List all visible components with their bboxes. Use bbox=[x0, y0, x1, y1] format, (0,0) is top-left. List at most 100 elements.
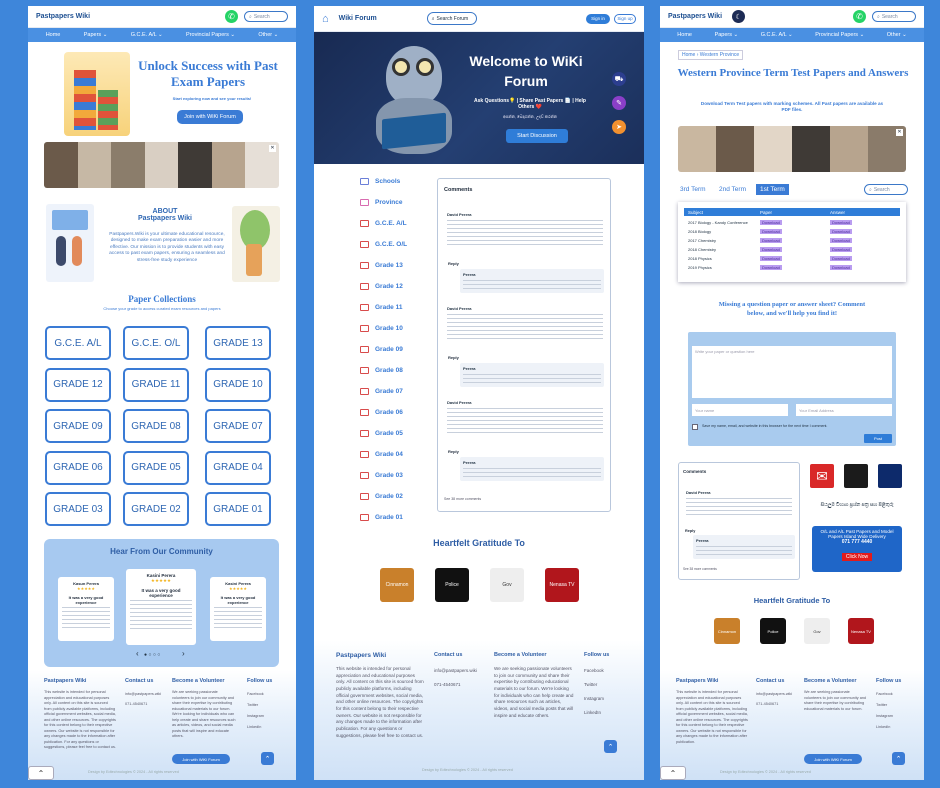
social-twitter[interactable]: Twitter bbox=[247, 703, 258, 709]
category-item[interactable]: G.C.E. O/L bbox=[360, 241, 407, 248]
nav-item[interactable]: Home bbox=[677, 32, 692, 38]
carousel-next-icon[interactable]: › bbox=[182, 649, 185, 658]
nav-item[interactable]: G.C.E. A/L ⌄ bbox=[761, 32, 793, 38]
download-answer-link[interactable]: Download bbox=[830, 255, 852, 261]
search-input[interactable]: ⌕ Search bbox=[872, 11, 916, 22]
social-facebook[interactable]: Facebook bbox=[584, 668, 604, 675]
download-answer-link[interactable]: Download bbox=[830, 219, 852, 225]
reply-label[interactable]: Reply bbox=[448, 355, 459, 360]
social-twitter[interactable]: Twitter bbox=[876, 703, 887, 709]
reply-label[interactable]: Reply bbox=[448, 261, 459, 266]
category-item[interactable]: Schools bbox=[360, 178, 400, 185]
tab-1st-term[interactable]: 1st Term bbox=[756, 184, 789, 195]
cart-icon[interactable]: ⛟ bbox=[612, 72, 626, 86]
grade-card[interactable]: GRADE 04 bbox=[205, 450, 271, 485]
theme-toggle-icon[interactable]: ☾ bbox=[732, 10, 746, 23]
ad-banner[interactable]: ✕ bbox=[678, 126, 906, 172]
tab-3rd-term[interactable]: 3rd Term bbox=[680, 186, 706, 193]
search-input[interactable]: ⌕ Search bbox=[244, 11, 288, 22]
post-comment-button[interactable]: Post bbox=[864, 434, 892, 443]
category-item[interactable]: Grade 07 bbox=[360, 388, 403, 395]
reply-label[interactable]: Reply bbox=[685, 529, 695, 533]
footer-join-button[interactable]: Join with WiKi Forum bbox=[804, 754, 862, 764]
social-twitter[interactable]: Twitter bbox=[584, 682, 597, 689]
category-item[interactable]: Grade 09 bbox=[360, 346, 403, 353]
click-now-button[interactable]: Click Now bbox=[841, 553, 873, 561]
nav-item[interactable]: Papers ⌄ bbox=[715, 32, 739, 38]
carousel-prev-icon[interactable]: ‹ bbox=[136, 649, 139, 658]
footer-join-button[interactable]: Join with WiKi Forum bbox=[172, 754, 230, 764]
reply-label[interactable]: Reply bbox=[448, 449, 459, 454]
category-item[interactable]: Grade 03 bbox=[360, 472, 403, 479]
start-discussion-button[interactable]: Start Discussion bbox=[506, 129, 568, 143]
grade-card[interactable]: GRADE 01 bbox=[205, 492, 271, 526]
grade-card[interactable]: GRADE 11 bbox=[123, 367, 189, 402]
nav-item[interactable]: Papers ⌄ bbox=[84, 32, 108, 38]
footer-email[interactable]: info@pastpapers.wiki bbox=[125, 692, 161, 698]
grade-card[interactable]: GRADE 08 bbox=[123, 409, 189, 443]
download-answer-link[interactable]: Download bbox=[830, 246, 852, 252]
edit-icon[interactable]: ✎ bbox=[612, 96, 626, 110]
grade-card[interactable]: GRADE 13 bbox=[205, 326, 271, 360]
whatsapp-icon[interactable]: ✆ bbox=[225, 10, 238, 23]
social-linkedin[interactable]: LinkedIn bbox=[247, 725, 261, 731]
download-answer-link[interactable]: Download bbox=[830, 228, 852, 234]
footer-email[interactable]: info@pastpapers.wiki bbox=[756, 692, 792, 698]
social-linkedin[interactable]: LinkedIn bbox=[876, 725, 890, 731]
nav-item[interactable]: Home bbox=[46, 32, 61, 38]
category-item[interactable]: Grade 06 bbox=[360, 409, 403, 416]
nav-item[interactable]: Other ⌄ bbox=[258, 32, 278, 38]
grade-card[interactable]: GRADE 06 bbox=[45, 450, 111, 485]
site-logo[interactable]: Pastpapers Wiki bbox=[36, 13, 90, 20]
social-instagram[interactable]: Instagram bbox=[247, 714, 264, 720]
nav-item[interactable]: G.C.E. A/L ⌄ bbox=[131, 32, 163, 38]
category-item[interactable]: Grade 02 bbox=[360, 493, 403, 500]
grade-card[interactable]: GRADE 07 bbox=[205, 409, 271, 443]
category-item[interactable]: Grade 10 bbox=[360, 325, 403, 332]
social-facebook[interactable]: Facebook bbox=[876, 692, 893, 698]
whatsapp-icon[interactable]: ✆ bbox=[853, 10, 866, 23]
grade-card[interactable]: GRADE 03 bbox=[45, 492, 111, 526]
gmail-icon[interactable]: ✉ bbox=[810, 464, 834, 488]
save-info-checkbox[interactable] bbox=[692, 424, 698, 430]
nav-item[interactable]: Other ⌄ bbox=[887, 32, 907, 38]
signin-button[interactable]: Sign in bbox=[586, 13, 610, 24]
category-item[interactable]: Grade 08 bbox=[360, 367, 403, 374]
send-icon[interactable]: ➤ bbox=[612, 120, 626, 134]
grade-card[interactable]: GRADE 09 bbox=[45, 409, 111, 443]
forum-search-button[interactable]: ⌕ Search Forum bbox=[426, 12, 477, 25]
breadcrumb[interactable]: Home › Western Province bbox=[678, 50, 744, 60]
grade-card[interactable]: GRADE 05 bbox=[123, 450, 189, 485]
grade-card[interactable]: G.C.E. O/L bbox=[123, 326, 189, 360]
download-paper-link[interactable]: Download bbox=[760, 219, 782, 225]
download-paper-link[interactable]: Download bbox=[760, 246, 782, 252]
scroll-up-icon[interactable]: ⌃ bbox=[892, 752, 905, 765]
site-logo[interactable]: Pastpapers Wiki bbox=[668, 13, 722, 20]
back-to-top-button[interactable]: ⌃ bbox=[28, 766, 54, 780]
footer-phone[interactable]: 071-4540671 bbox=[756, 702, 778, 708]
footer-email[interactable]: info@pastpapers.wiki bbox=[434, 668, 477, 675]
download-answer-link[interactable]: Download bbox=[830, 264, 852, 270]
scroll-up-icon[interactable]: ⌃ bbox=[604, 740, 617, 753]
grade-card[interactable]: GRADE 12 bbox=[45, 367, 111, 402]
delivery-ad[interactable]: O/L and A/L Past Papers and Model Papers… bbox=[812, 526, 902, 572]
download-paper-link[interactable]: Download bbox=[760, 255, 782, 261]
grade-card[interactable]: G.C.E. A/L bbox=[45, 326, 111, 360]
download-paper-link[interactable]: Download bbox=[760, 228, 782, 234]
tab-2nd-term[interactable]: 2nd Term bbox=[719, 186, 746, 193]
category-item[interactable]: Grade 12 bbox=[360, 283, 403, 290]
footer-phone[interactable]: 071-4540671 bbox=[434, 682, 461, 689]
social-linkedin[interactable]: LinkedIn bbox=[584, 710, 601, 717]
table-search-input[interactable]: ⌕ Search bbox=[864, 184, 908, 195]
see-more-comments[interactable]: See 38 more comments bbox=[444, 497, 481, 501]
category-item[interactable]: Grade 13 bbox=[360, 262, 403, 269]
category-item[interactable]: Grade 11 bbox=[360, 304, 402, 311]
comment-textarea[interactable]: Write your paper or question here bbox=[692, 346, 892, 398]
category-item[interactable]: G.C.E. A/L bbox=[360, 220, 407, 227]
download-paper-link[interactable]: Download bbox=[760, 264, 782, 270]
scroll-up-icon[interactable]: ⌃ bbox=[261, 752, 274, 765]
back-to-top-button[interactable]: ⌃ bbox=[660, 766, 686, 780]
social-facebook[interactable]: Facebook bbox=[247, 692, 264, 698]
category-item[interactable]: Grade 01 bbox=[360, 514, 403, 521]
name-field[interactable]: Your name bbox=[692, 404, 788, 416]
